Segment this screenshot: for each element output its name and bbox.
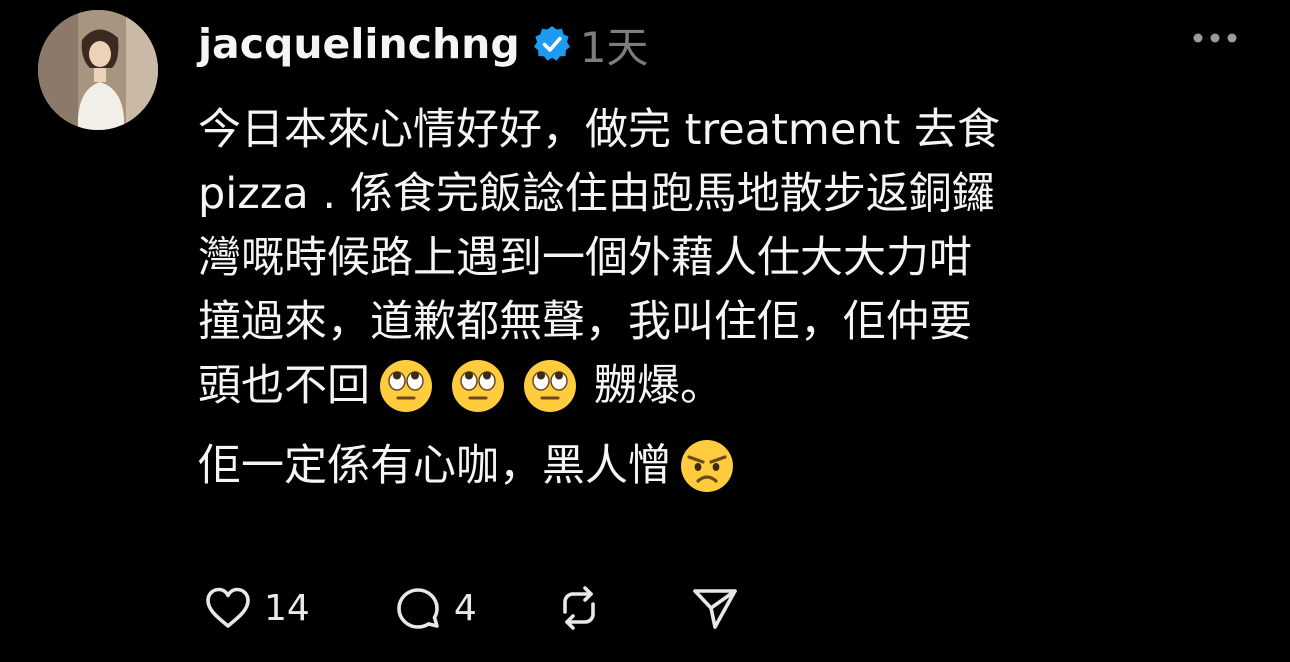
- post-text-line: 今日本來心情好好，做完 treatment 去食: [198, 105, 1001, 155]
- post-text-line-with-emoji: 頭也不回 嬲爆。: [198, 354, 1258, 418]
- send-icon: [689, 582, 741, 634]
- post-time: 1天: [579, 22, 649, 72]
- action-bar: 14 4: [198, 580, 741, 636]
- comment-button[interactable]: 4: [392, 582, 477, 634]
- repost-button[interactable]: [553, 582, 605, 634]
- angry-face-icon: [679, 438, 735, 494]
- face-with-rolling-eyes-icon: [378, 358, 434, 414]
- post-text-fragment: 頭也不回: [198, 361, 370, 411]
- username[interactable]: jacquelinchng: [198, 20, 520, 68]
- post-text-fragment: 嬲爆。: [594, 361, 723, 411]
- verified-badge-icon: [532, 24, 572, 64]
- post-text-line: 撞過來，道歉都無聲，我叫住佢，佢仲要: [198, 297, 972, 347]
- more-options-icon[interactable]: [1190, 26, 1240, 50]
- comment-icon: [392, 582, 444, 634]
- face-with-rolling-eyes-icon: [522, 358, 578, 414]
- like-button[interactable]: 14: [202, 582, 310, 634]
- post-body: 今日本來心情好好，做完 treatment 去食 pizza . 係食完飯諗住由…: [198, 98, 1258, 498]
- comment-count: 4: [453, 587, 477, 629]
- post-text-line: 灣嘅時候路上遇到一個外藉人仕大大力咁: [198, 233, 972, 283]
- heart-icon: [202, 582, 254, 634]
- avatar-image: [38, 10, 158, 130]
- post-text-line-with-emoji: 佢一定係有心咖，黑人憎: [198, 434, 1258, 498]
- face-with-rolling-eyes-icon: [450, 358, 506, 414]
- avatar[interactable]: [38, 10, 158, 130]
- post-text-fragment: 佢一定係有心咖，黑人憎: [198, 441, 671, 491]
- post-header: jacquelinchng 1天: [198, 14, 648, 74]
- post-text-line: pizza . 係食完飯諗住由跑馬地散步返銅鑼: [198, 169, 995, 219]
- like-count: 14: [264, 587, 310, 629]
- share-button[interactable]: [689, 582, 741, 634]
- repost-icon: [553, 582, 605, 634]
- post: jacquelinchng 1天 今日本來心情好好，做完 treatment 去…: [0, 0, 1290, 662]
